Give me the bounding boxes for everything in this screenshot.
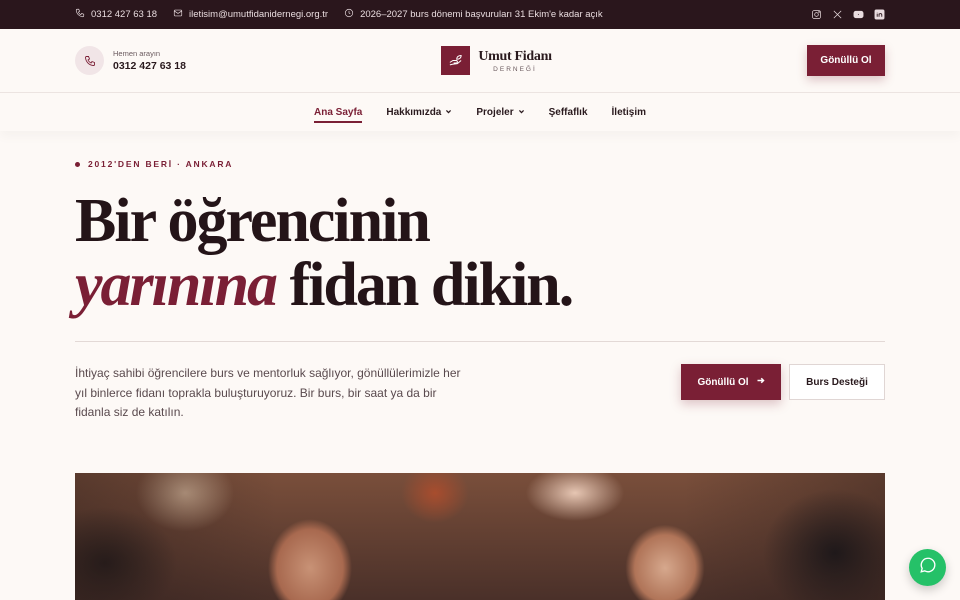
youtube-icon[interactable] (853, 9, 864, 20)
arrow-right-icon (756, 376, 765, 388)
site-header: Hemen arayın 0312 427 63 18 Umut Fidanı … (0, 29, 960, 93)
top-bar-phone[interactable]: 0312 427 63 18 (75, 8, 157, 21)
hero-description: İhtiyaç sahibi öğrencilere burs ve mento… (75, 366, 461, 419)
top-bar-phone-text: 0312 427 63 18 (91, 9, 158, 20)
nav-item-transparency[interactable]: Şeffaflık (549, 93, 588, 131)
headline-rest: fidan dikin. (289, 251, 575, 319)
hero-eyebrow: 2012'DEN BERİ · ANKARA (75, 159, 885, 169)
call-caption: Hemen arayın (113, 49, 161, 58)
hero-headline: Bir öğrencinin yarınına fidan dikin. (75, 189, 885, 317)
hero-divider (75, 341, 885, 342)
hero-section: 2012'DEN BERİ · ANKARA Bir öğrencinin ya… (0, 159, 960, 423)
nav-item-label: Projeler (476, 106, 514, 118)
chevron-down-icon (445, 107, 452, 118)
top-bar-email-text: iletisim@umutfidanidernegi.org.tr (189, 9, 329, 20)
instagram-icon[interactable] (811, 9, 822, 20)
call-text: Hemen arayın 0312 427 63 18 (113, 49, 186, 72)
hero-volunteer-button[interactable]: Gönüllü Ol (681, 364, 781, 400)
chevron-down-icon (518, 107, 525, 118)
clock-icon (344, 8, 354, 21)
scholarship-support-button[interactable]: Burs Desteği (789, 364, 885, 400)
nav-item-label: Ana Sayfa (313, 106, 363, 118)
top-bar: 0312 427 63 18 iletisim@umutfidaniderneg… (0, 0, 960, 29)
hero-photo (75, 473, 885, 600)
headline-line1: Bir öğrencinin (75, 187, 431, 255)
nav-item-home[interactable]: Ana Sayfa (313, 93, 363, 131)
headline-accent: yarınına (75, 251, 278, 319)
linkedin-icon[interactable] (874, 9, 885, 20)
hero-volunteer-label: Gönüllü Ol (697, 376, 749, 388)
chat-bubble-icon (919, 556, 937, 579)
nav-item-label: Hakkımızda (386, 106, 442, 118)
top-bar-notice-text: 2026–2027 burs dönemi başvuruları 31 Eki… (360, 9, 603, 20)
call-number: 0312 427 63 18 (113, 60, 186, 72)
social-links (811, 9, 885, 20)
eyebrow-text: 2012'DEN BERİ · ANKARA (88, 159, 234, 169)
mail-icon (173, 8, 183, 21)
top-bar-email[interactable]: iletisim@umutfidanidernegi.org.tr (173, 8, 328, 21)
x-icon[interactable] (832, 9, 843, 20)
logo-name: Umut Fidanı (478, 48, 552, 64)
logo-subtitle: DERNEĞİ (493, 65, 537, 73)
main-nav: Ana Sayfa Hakkımızda Projeler Şeffaflık … (0, 93, 960, 131)
header-volunteer-button[interactable]: Gönüllü Ol (806, 45, 885, 76)
chat-button[interactable] (909, 549, 946, 586)
photo-shade (75, 473, 885, 600)
nav-item-label: Şeffaflık (548, 106, 588, 118)
top-bar-notice: 2026–2027 burs dönemi başvuruları 31 Eki… (344, 8, 603, 21)
phone-icon (75, 8, 85, 21)
nav-item-contact[interactable]: İletişim (612, 93, 646, 131)
hero-row: İhtiyaç sahibi öğrencilere burs ve mento… (75, 364, 885, 423)
nav-item-about[interactable]: Hakkımızda (386, 93, 452, 131)
nav-item-projects[interactable]: Projeler (476, 93, 524, 131)
top-bar-contacts: 0312 427 63 18 iletisim@umutfidaniderneg… (75, 8, 603, 21)
call-block[interactable]: Hemen arayın 0312 427 63 18 (75, 46, 186, 75)
nav-item-label: İletişim (611, 106, 646, 118)
logo-text: Umut Fidanı DERNEĞİ (478, 48, 552, 73)
phone-icon (75, 46, 104, 75)
hero-cta-group: Gönüllü Ol Burs Desteği (681, 364, 885, 423)
site-logo[interactable]: Umut Fidanı DERNEĞİ (441, 46, 552, 75)
hand-leaf-icon (441, 46, 471, 75)
eyebrow-dot (75, 161, 80, 167)
